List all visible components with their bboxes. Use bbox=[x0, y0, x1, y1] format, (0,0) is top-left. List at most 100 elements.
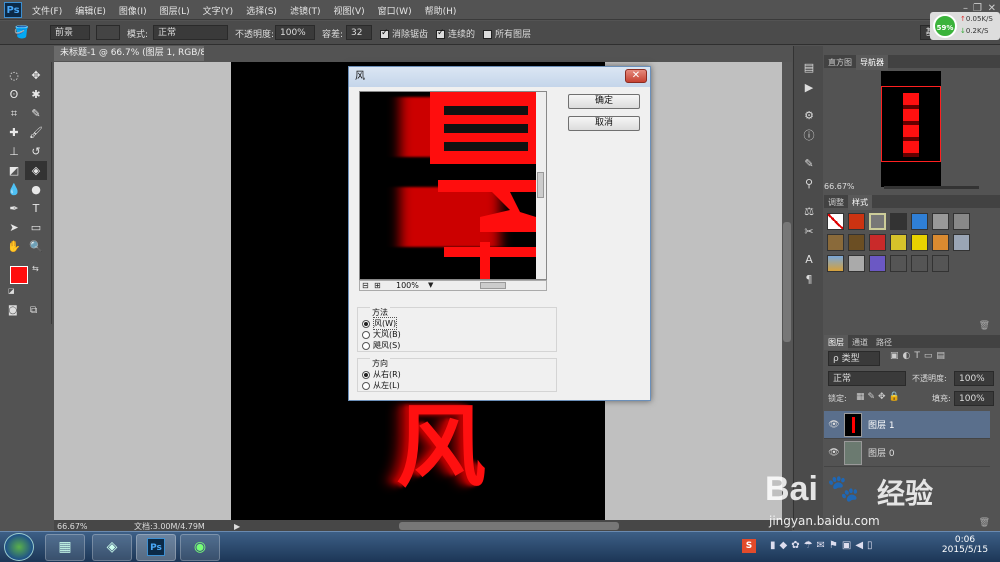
style-swatch[interactable] bbox=[890, 255, 907, 272]
foreground-color-swatch[interactable] bbox=[10, 266, 28, 284]
style-swatch[interactable] bbox=[911, 234, 928, 251]
contiguous-checkbox[interactable]: 连续的 bbox=[436, 27, 475, 40]
layer-1-name[interactable]: 图层 1 bbox=[868, 418, 895, 431]
tolerance-input[interactable]: 32 bbox=[346, 25, 372, 40]
layer-row-1[interactable]: 👁 图层 1 bbox=[824, 411, 990, 439]
pattern-picker[interactable] bbox=[96, 25, 120, 40]
hand-tool-icon[interactable]: ✋ bbox=[3, 237, 25, 256]
clone-source-icon[interactable]: ⚖ bbox=[794, 202, 824, 222]
visibility-eye-icon[interactable]: 👁 bbox=[824, 448, 844, 458]
menu-help[interactable]: 帮助(H) bbox=[425, 4, 457, 17]
preview-vscroll-thumb[interactable] bbox=[537, 172, 544, 198]
preview-vscrollbar[interactable] bbox=[536, 92, 546, 279]
style-swatch[interactable] bbox=[932, 234, 949, 251]
menu-image[interactable]: 图像(I) bbox=[119, 4, 147, 17]
style-swatch[interactable] bbox=[953, 234, 970, 251]
menu-type[interactable]: 文字(Y) bbox=[203, 4, 234, 17]
style-swatch[interactable] bbox=[869, 213, 886, 230]
move-tool-icon[interactable]: ✥ bbox=[25, 66, 47, 85]
layer-0-name[interactable]: 图层 0 bbox=[868, 446, 895, 459]
style-swatch[interactable] bbox=[911, 213, 928, 230]
taskbar-app-photoshop[interactable]: Ps bbox=[136, 534, 176, 561]
lock-icons[interactable]: ▦✎✥🔒 bbox=[856, 392, 903, 402]
style-swatch[interactable] bbox=[932, 255, 949, 272]
crop-tool-icon[interactable]: ⌗ bbox=[3, 104, 25, 123]
canvas-vertical-scrollbar[interactable] bbox=[782, 62, 792, 520]
path-select-icon[interactable]: ➤ bbox=[3, 218, 25, 237]
history-panel-icon[interactable]: ▤ bbox=[794, 58, 824, 78]
tab-paths[interactable]: 路径 bbox=[872, 335, 896, 350]
fill-input[interactable]: 100% bbox=[954, 391, 994, 406]
swap-colors-icon[interactable]: ⇆ bbox=[32, 264, 39, 273]
zoom-out-icon[interactable]: ⊟ bbox=[362, 281, 369, 290]
tab-styles[interactable]: 样式 bbox=[848, 195, 872, 210]
menu-window[interactable]: 窗口(W) bbox=[378, 4, 412, 17]
menu-view[interactable]: 视图(V) bbox=[333, 4, 364, 17]
zoom-in-icon[interactable]: ⊞ bbox=[374, 281, 381, 290]
style-swatch[interactable] bbox=[932, 213, 949, 230]
method-wind-radio[interactable]: 风(W) bbox=[362, 317, 398, 330]
start-button[interactable] bbox=[4, 533, 34, 561]
screen-mode-icon[interactable]: ⧉ bbox=[30, 305, 37, 316]
tab-adjustments[interactable]: 调整 bbox=[824, 195, 848, 210]
visibility-eye-icon[interactable]: 👁 bbox=[824, 420, 844, 430]
magic-wand-icon[interactable]: ✱ bbox=[25, 85, 47, 104]
style-swatch[interactable] bbox=[953, 213, 970, 230]
navigator-zoom[interactable]: 66.67% bbox=[824, 182, 855, 191]
history-brush-icon[interactable]: ↺ bbox=[25, 142, 47, 161]
layer-kind-filter[interactable]: ρ 类型 bbox=[828, 351, 880, 366]
paint-bucket-tool-icon[interactable]: ◈ bbox=[25, 161, 47, 180]
menu-file[interactable]: 文件(F) bbox=[32, 4, 62, 17]
filter-preview[interactable] bbox=[359, 91, 547, 280]
style-swatch[interactable] bbox=[827, 234, 844, 251]
style-swatch[interactable] bbox=[890, 234, 907, 251]
style-swatch[interactable] bbox=[827, 255, 844, 272]
tool-presets-icon[interactable]: ✂ bbox=[794, 222, 824, 242]
tab-histogram[interactable]: 直方图 bbox=[824, 55, 856, 70]
blur-tool-icon[interactable]: 💧 bbox=[3, 180, 25, 199]
delete-style-icon[interactable]: 🗑 bbox=[979, 321, 990, 331]
preview-hscroll-thumb[interactable] bbox=[480, 282, 506, 289]
hscroll-thumb[interactable] bbox=[399, 522, 619, 530]
style-swatch[interactable] bbox=[890, 213, 907, 230]
cancel-button[interactable]: 取消 bbox=[568, 116, 640, 131]
lasso-tool-icon[interactable]: ʘ bbox=[3, 85, 25, 104]
preview-zoom-dropdown-icon[interactable]: ▼ bbox=[428, 281, 433, 289]
brush-presets-icon[interactable]: ⚲ bbox=[794, 174, 824, 194]
taskbar-app-explorer[interactable]: ▦ bbox=[45, 534, 85, 561]
fill-source-select[interactable]: 前景 bbox=[50, 25, 90, 40]
healing-brush-icon[interactable]: ✚ bbox=[3, 123, 25, 142]
style-swatch[interactable] bbox=[848, 255, 865, 272]
taskbar-clock[interactable]: 0:06 2015/5/15 bbox=[940, 535, 990, 555]
eraser-tool-icon[interactable]: ◩ bbox=[3, 161, 25, 180]
style-swatch[interactable] bbox=[911, 255, 928, 272]
menu-edit[interactable]: 编辑(E) bbox=[75, 4, 106, 17]
style-swatch-none[interactable] bbox=[827, 213, 844, 230]
shape-tool-icon[interactable]: ▭ bbox=[25, 218, 47, 237]
vscroll-thumb[interactable] bbox=[783, 222, 791, 342]
taskbar-app-browser[interactable]: ◉ bbox=[180, 534, 220, 561]
paint-bucket-icon[interactable]: 🪣 bbox=[14, 25, 29, 39]
menu-select[interactable]: 选择(S) bbox=[246, 4, 277, 17]
brush-tool-icon[interactable]: 🖌 bbox=[25, 123, 47, 142]
dodge-tool-icon[interactable]: ● bbox=[25, 180, 47, 199]
direction-left-radio[interactable]: 从左(L) bbox=[362, 380, 400, 391]
properties-panel-icon[interactable]: ⚙ bbox=[794, 106, 824, 126]
info-panel-icon[interactable]: ⓘ bbox=[794, 126, 824, 146]
method-stagger-radio[interactable]: 飓风(S) bbox=[362, 340, 400, 351]
zoom-tool-icon[interactable]: 🔍 bbox=[25, 237, 47, 256]
opacity-input[interactable]: 100% bbox=[275, 25, 315, 40]
menu-filter[interactable]: 滤镜(T) bbox=[290, 4, 321, 17]
method-blast-radio[interactable]: 大风(B) bbox=[362, 329, 401, 340]
default-colors-icon[interactable]: ◪ bbox=[8, 287, 15, 295]
type-tool-icon[interactable]: T bbox=[25, 199, 47, 218]
all-layers-checkbox[interactable]: 所有图层 bbox=[483, 27, 531, 40]
layer-opacity-input[interactable]: 100% bbox=[954, 371, 994, 386]
antialias-checkbox[interactable]: 消除锯齿 bbox=[380, 27, 428, 40]
navigator-zoom-slider[interactable] bbox=[884, 186, 979, 189]
tab-navigator[interactable]: 导航器 bbox=[856, 55, 888, 70]
ime-icon[interactable]: S bbox=[742, 539, 756, 553]
taskbar-app-media[interactable]: ◈ bbox=[92, 534, 132, 561]
character-panel-icon[interactable]: A bbox=[794, 250, 824, 270]
blend-mode-select[interactable]: 正常 bbox=[828, 371, 906, 386]
